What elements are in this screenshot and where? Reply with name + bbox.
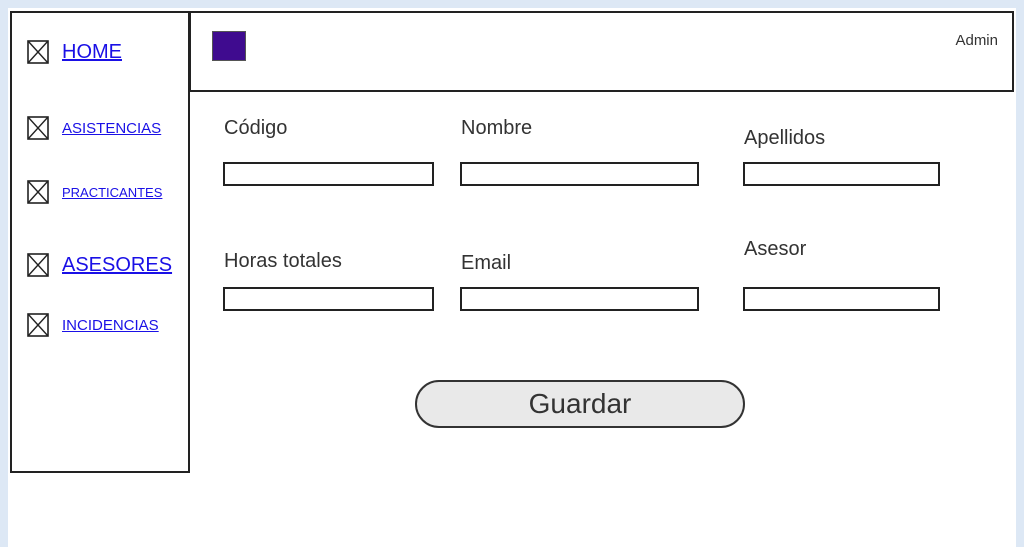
sidebar-item-label[interactable]: ASESORES (62, 254, 172, 277)
horas-totales-label: Horas totales (224, 250, 342, 272)
asesor-label: Asesor (744, 238, 807, 260)
broken-image-icon (27, 116, 49, 140)
broken-image-icon (27, 253, 49, 277)
broken-image-icon (27, 313, 49, 337)
save-button[interactable]: Guardar (415, 380, 745, 428)
broken-image-icon (27, 40, 49, 64)
email-field[interactable] (460, 287, 699, 311)
sidebar-item-asesores[interactable]: ASESORES (27, 253, 172, 277)
codigo-field[interactable] (223, 162, 434, 186)
user-label[interactable]: Admin (955, 32, 998, 49)
sidebar-item-label[interactable]: HOME (62, 41, 122, 64)
sidebar-item-label[interactable]: ASISTENCIAS (62, 120, 161, 137)
horas-totales-field[interactable] (223, 287, 434, 311)
sidebar-item-asistencias[interactable]: ASISTENCIAS (27, 116, 161, 140)
sidebar-item-practicantes[interactable]: PRACTICANTES (27, 180, 162, 204)
apellidos-field[interactable] (743, 162, 940, 186)
nombre-field[interactable] (460, 162, 699, 186)
asesor-field[interactable] (743, 287, 940, 311)
email-label: Email (461, 252, 512, 274)
nombre-label: Nombre (461, 117, 533, 139)
sidebar-item-label[interactable]: INCIDENCIAS (62, 317, 159, 334)
codigo-label: Código (224, 117, 288, 139)
sidebar-item-incidencias[interactable]: INCIDENCIAS (27, 313, 159, 337)
sidebar-item-home[interactable]: HOME (27, 40, 122, 64)
apellidos-label: Apellidos (744, 127, 826, 149)
app-logo (212, 31, 246, 61)
broken-image-icon (27, 180, 49, 204)
sidebar-item-label[interactable]: PRACTICANTES (62, 185, 162, 200)
sidebar: HOME ASISTENCIAS PRACTICANTES ASESORES I… (10, 11, 190, 473)
header-bar: Admin (189, 11, 1014, 92)
